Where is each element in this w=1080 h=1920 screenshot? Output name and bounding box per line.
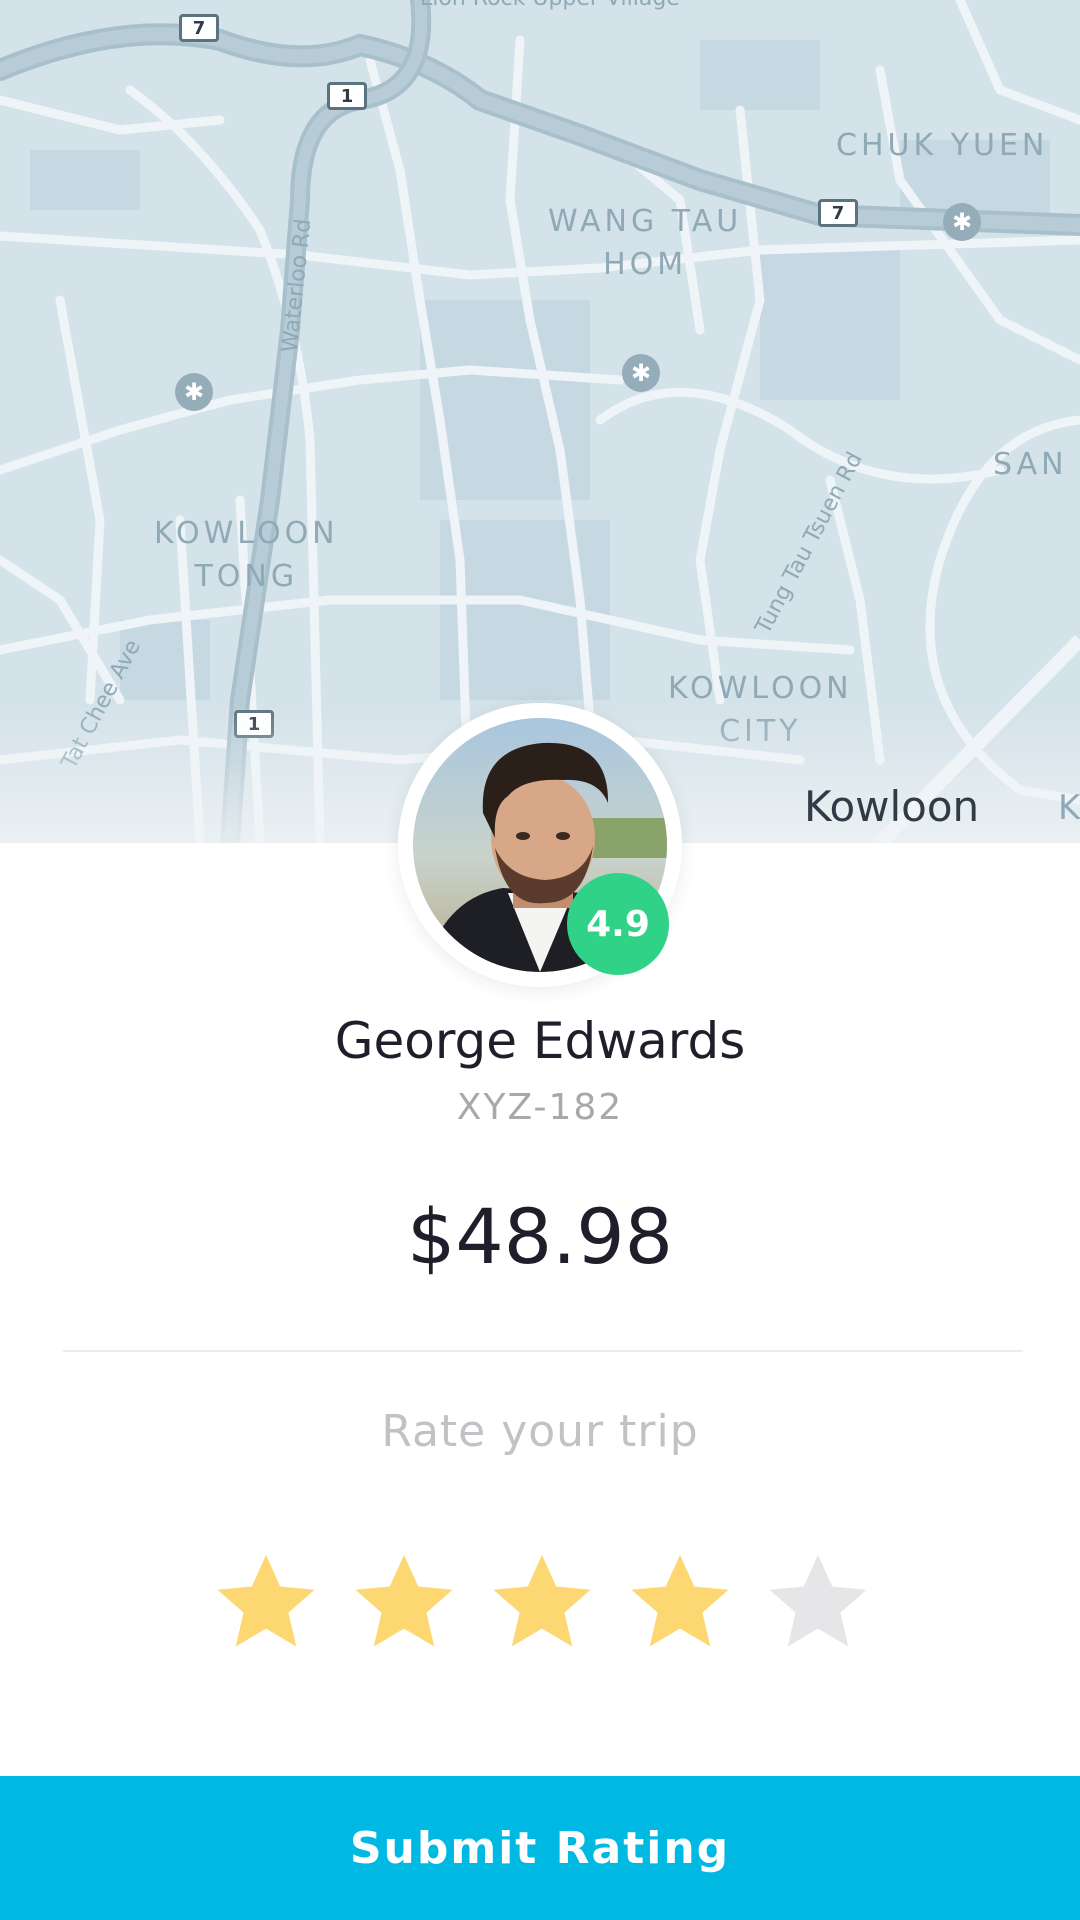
mtr-station-icon: ✱ bbox=[622, 354, 660, 392]
map-label-san: SAN bbox=[993, 447, 1068, 482]
star-5-icon[interactable] bbox=[760, 1548, 876, 1658]
map-label-kowloon: Kowloon bbox=[804, 782, 980, 831]
map-label-wang-tau-hom: WANG TAU HOM bbox=[548, 204, 743, 282]
road-label-lion-rock: Lion Rock Upper Village bbox=[420, 0, 680, 11]
star-3-icon[interactable] bbox=[484, 1548, 600, 1658]
route-shield-1: 1 bbox=[327, 82, 367, 110]
rate-trip-label: Rate your trip bbox=[381, 1406, 699, 1457]
divider bbox=[63, 1350, 1023, 1352]
star-1-icon[interactable] bbox=[208, 1548, 324, 1658]
license-plate: XYZ-182 bbox=[456, 1087, 624, 1128]
driver-name: George Edwards bbox=[334, 1012, 746, 1070]
map-label-chuk-yuen: CHUK YUEN bbox=[836, 128, 1049, 163]
star-4-icon[interactable] bbox=[622, 1548, 738, 1658]
route-shield-7: 7 bbox=[179, 14, 219, 42]
star-2-icon[interactable] bbox=[346, 1548, 462, 1658]
star-rating[interactable] bbox=[0, 1548, 1080, 1658]
mtr-station-icon: ✱ bbox=[943, 203, 981, 241]
mtr-station-icon: ✱ bbox=[175, 373, 213, 411]
route-shield-7: 7 bbox=[818, 199, 858, 227]
map-label-kowloon-tong: KOWLOON TONG bbox=[154, 516, 339, 594]
submit-rating-button[interactable]: Submit Rating bbox=[0, 1776, 1080, 1920]
map-label-edge: K bbox=[1058, 788, 1080, 828]
trip-price: $48.98 bbox=[407, 1192, 673, 1281]
driver-rating-badge: 4.9 bbox=[567, 873, 669, 975]
